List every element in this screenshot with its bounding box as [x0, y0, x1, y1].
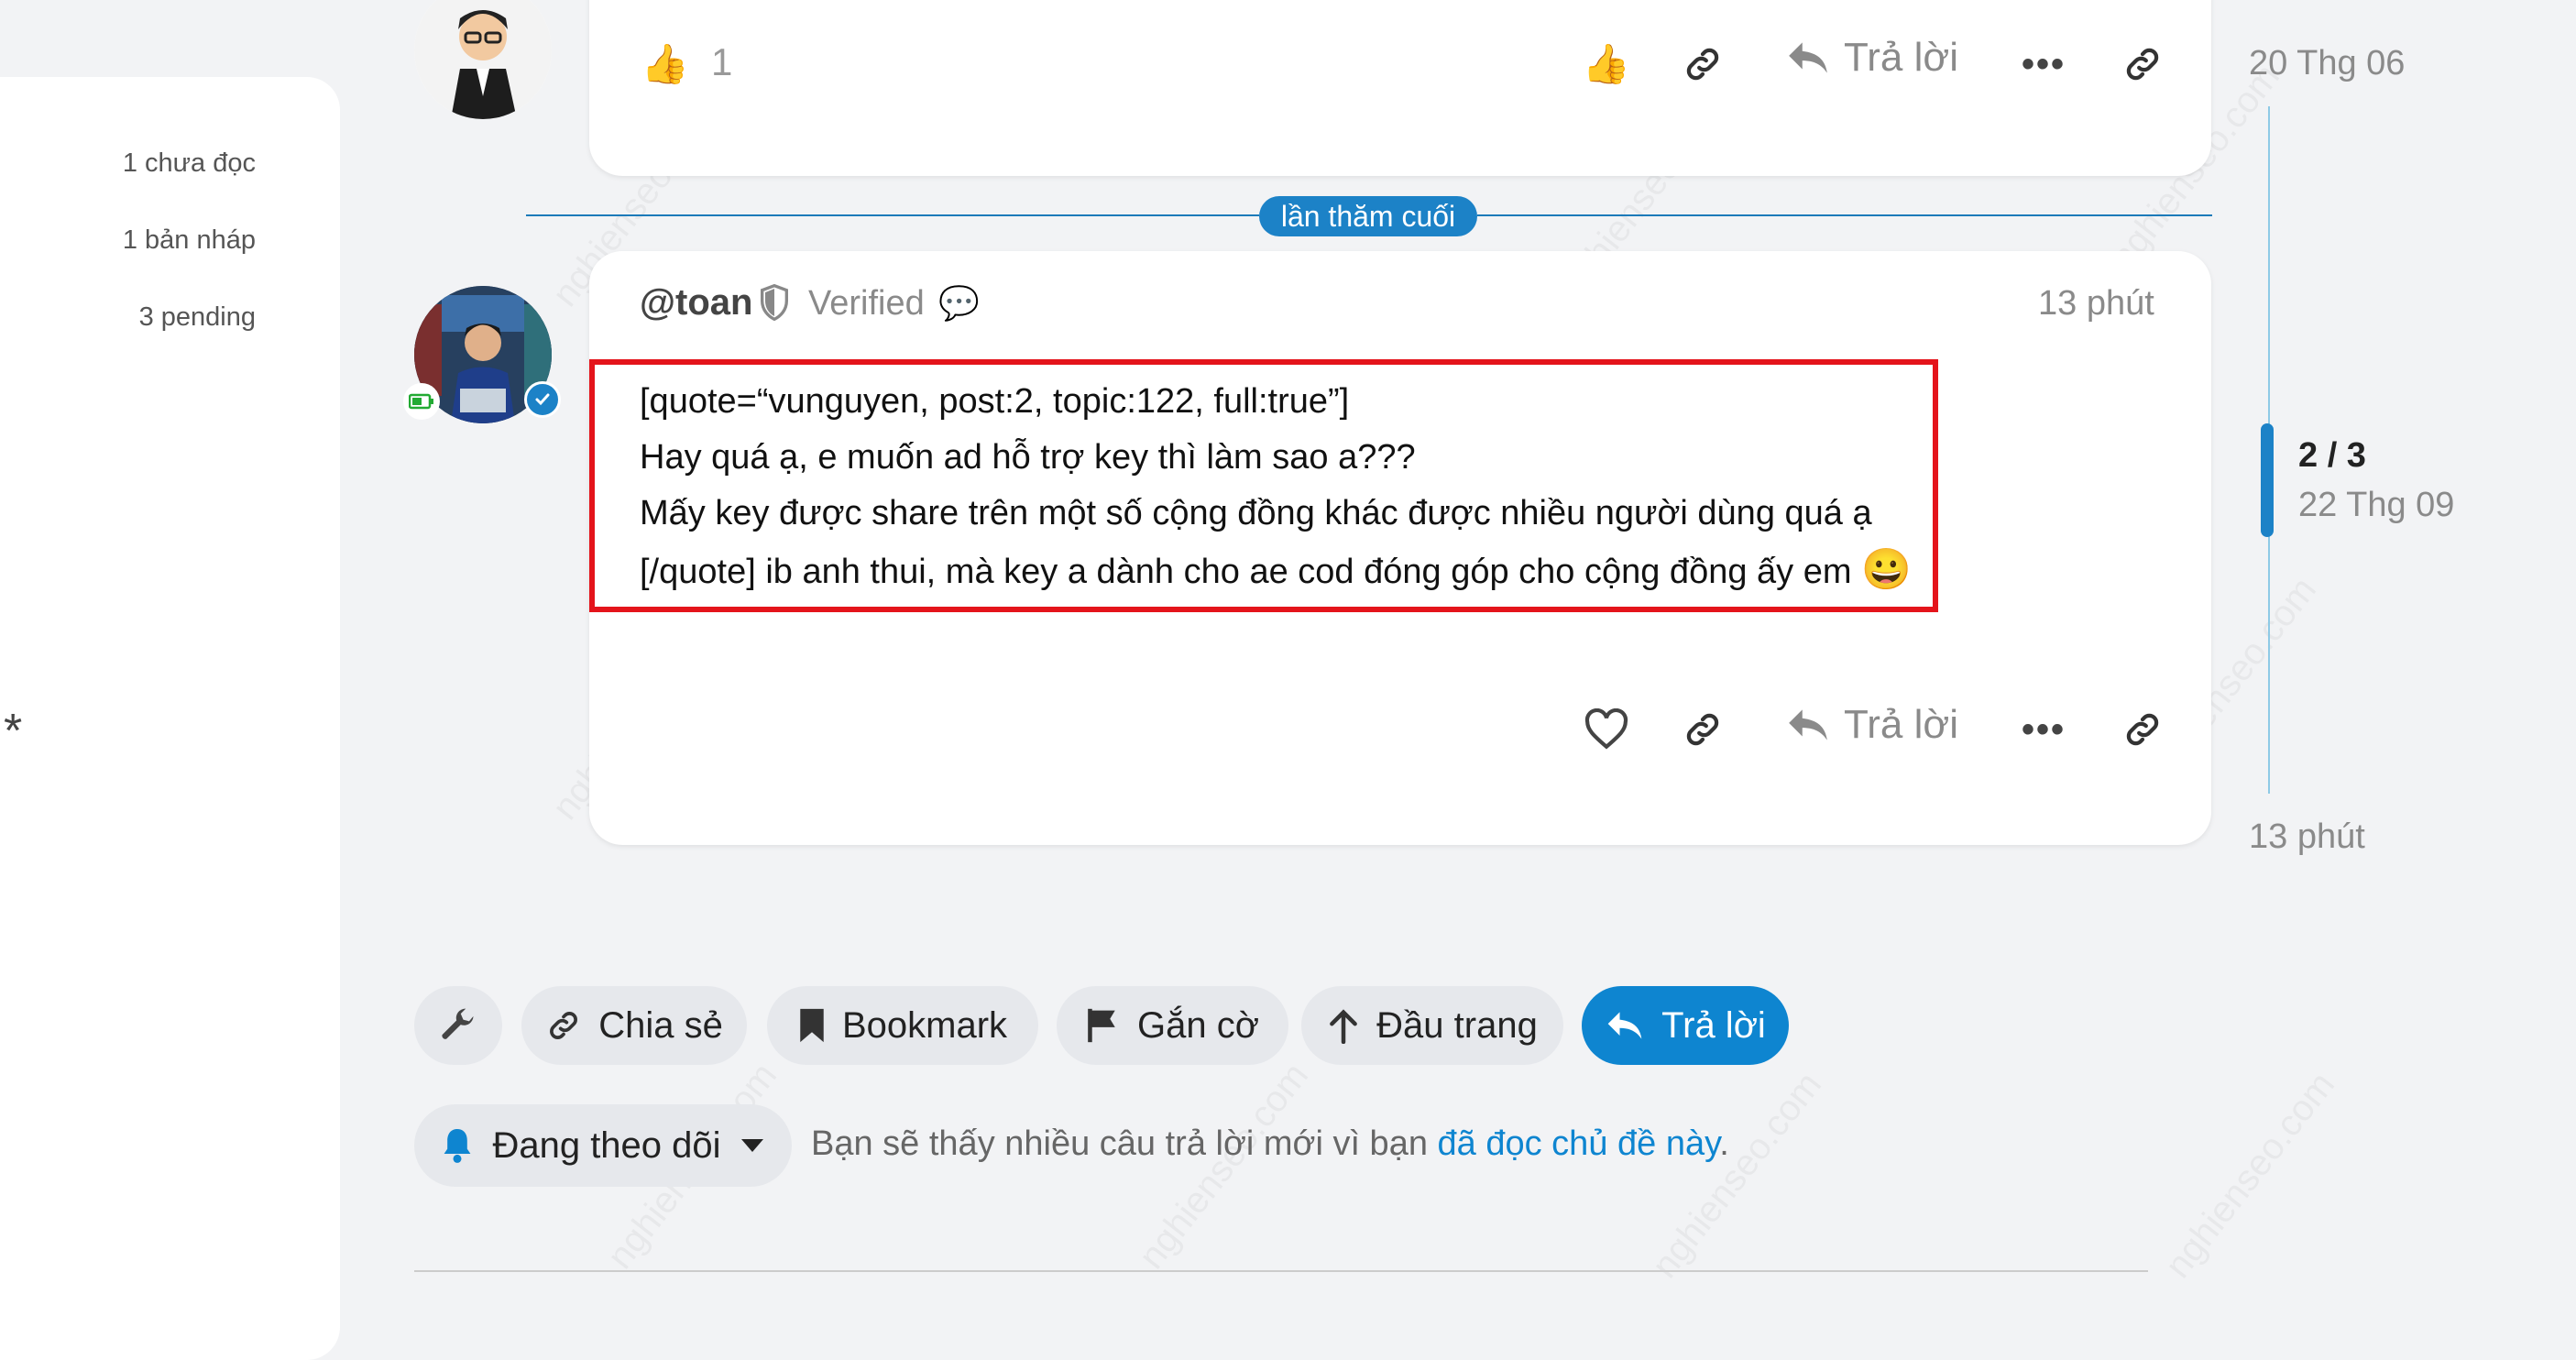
- post-card-1: [589, 0, 2211, 176]
- reply-button-post1[interactable]: Trả lời: [1785, 35, 1958, 81]
- asterisk-marker: *: [4, 705, 23, 758]
- timeline-start-date[interactable]: 20 Thg 06: [2249, 44, 2405, 83]
- last-visit-badge: lần thăm cuối: [1259, 196, 1477, 236]
- more-options-icon[interactable]: •••: [2018, 704, 2069, 755]
- thumbs-up-icon: 👍: [641, 41, 690, 85]
- battery-status-icon: [403, 383, 440, 420]
- shield-icon: [759, 283, 790, 325]
- wrench-icon: [442, 1008, 474, 1039]
- link-icon[interactable]: [2117, 38, 2168, 90]
- notice-link[interactable]: đã đọc chủ đề này: [1438, 1124, 1720, 1163]
- cartoon-avatar-icon: [414, 0, 552, 119]
- bookmark-icon: [800, 1008, 824, 1043]
- like-button[interactable]: 👍: [1581, 38, 1632, 90]
- link-icon[interactable]: [2117, 704, 2168, 755]
- speech-bubble-icon: 💬: [938, 284, 980, 322]
- notification-level-label: Đang theo dõi: [492, 1124, 721, 1166]
- reply-arrow-icon: [1789, 42, 1827, 73]
- notification-level-dropdown[interactable]: Đang theo dõi: [414, 1104, 792, 1187]
- back-to-top-label: Đầu trang: [1376, 1004, 1538, 1046]
- sidebar-item-unread[interactable]: 1 chưa đọc: [123, 148, 256, 179]
- reply-label: Trả lời: [1661, 1004, 1766, 1046]
- link-icon: [550, 1012, 578, 1039]
- more-options-icon[interactable]: •••: [2018, 38, 2069, 90]
- caret-down-icon: [740, 1139, 763, 1152]
- watermark: nghienseo.com: [2157, 1065, 2342, 1286]
- reply-label: Trả lời: [1844, 702, 1958, 747]
- reply-arrow-icon: [1789, 709, 1827, 740]
- reply-arrow-icon: [1607, 1012, 1642, 1039]
- like-button[interactable]: [1581, 704, 1632, 755]
- left-sidebar: [0, 77, 340, 1360]
- link-icon[interactable]: [1677, 38, 1728, 90]
- verified-check-icon: [524, 381, 561, 418]
- heart-icon: [1584, 708, 1628, 750]
- timeline-end-time[interactable]: 13 phút: [2249, 817, 2365, 857]
- notification-notice: Bạn sẽ thấy nhiều câu trả lời mới vì bạn…: [811, 1124, 1729, 1164]
- sidebar-item-drafts[interactable]: 1 bản nháp: [123, 225, 256, 256]
- last-visit-line-left: [526, 214, 1259, 216]
- reply-button-post2[interactable]: Trả lời: [1785, 702, 1958, 748]
- sidebar-item-pending[interactable]: 3 pending: [139, 302, 256, 333]
- post-time[interactable]: 13 phút: [2038, 284, 2154, 324]
- avatar-post1[interactable]: [414, 0, 552, 119]
- timeline-handle[interactable]: [2261, 423, 2274, 537]
- post-username[interactable]: @toan: [640, 282, 752, 324]
- bell-icon: [444, 1129, 471, 1163]
- flag-label: Gắn cờ: [1137, 1004, 1259, 1046]
- watermark: nghienseo.com: [1131, 1056, 1316, 1277]
- flag-button[interactable]: Gắn cờ: [1057, 986, 1288, 1065]
- bookmark-button[interactable]: Bookmark: [767, 986, 1038, 1065]
- notice-suffix: .: [1719, 1124, 1729, 1163]
- reply-button[interactable]: Trả lời: [1582, 986, 1789, 1065]
- back-to-top-button[interactable]: Đầu trang: [1301, 986, 1563, 1065]
- bookmark-label: Bookmark: [841, 1004, 1008, 1046]
- last-visit-line-right: [1477, 214, 2212, 216]
- bottom-divider: [414, 1270, 2148, 1272]
- user-title: Verified: [808, 284, 925, 323]
- arrow-up-icon: [1330, 1009, 1358, 1044]
- flag-icon: [1088, 1008, 1115, 1043]
- admin-wrench-button[interactable]: [414, 986, 502, 1065]
- highlight-box: [589, 359, 1938, 612]
- share-button[interactable]: Chia sẻ: [521, 986, 747, 1065]
- notice-text: Bạn sẽ thấy nhiều câu trả lời mới vì bạn: [811, 1124, 1438, 1163]
- link-icon[interactable]: [1677, 704, 1728, 755]
- reply-label: Trả lời: [1844, 35, 1958, 80]
- timeline-position: 2 / 3: [2298, 436, 2366, 475]
- share-label: Chia sẻ: [598, 1004, 723, 1046]
- like-count: 1: [711, 40, 733, 83]
- timeline-current-date: 22 Thg 09: [2298, 486, 2455, 524]
- watermark: nghienseo.com: [1644, 1065, 1829, 1286]
